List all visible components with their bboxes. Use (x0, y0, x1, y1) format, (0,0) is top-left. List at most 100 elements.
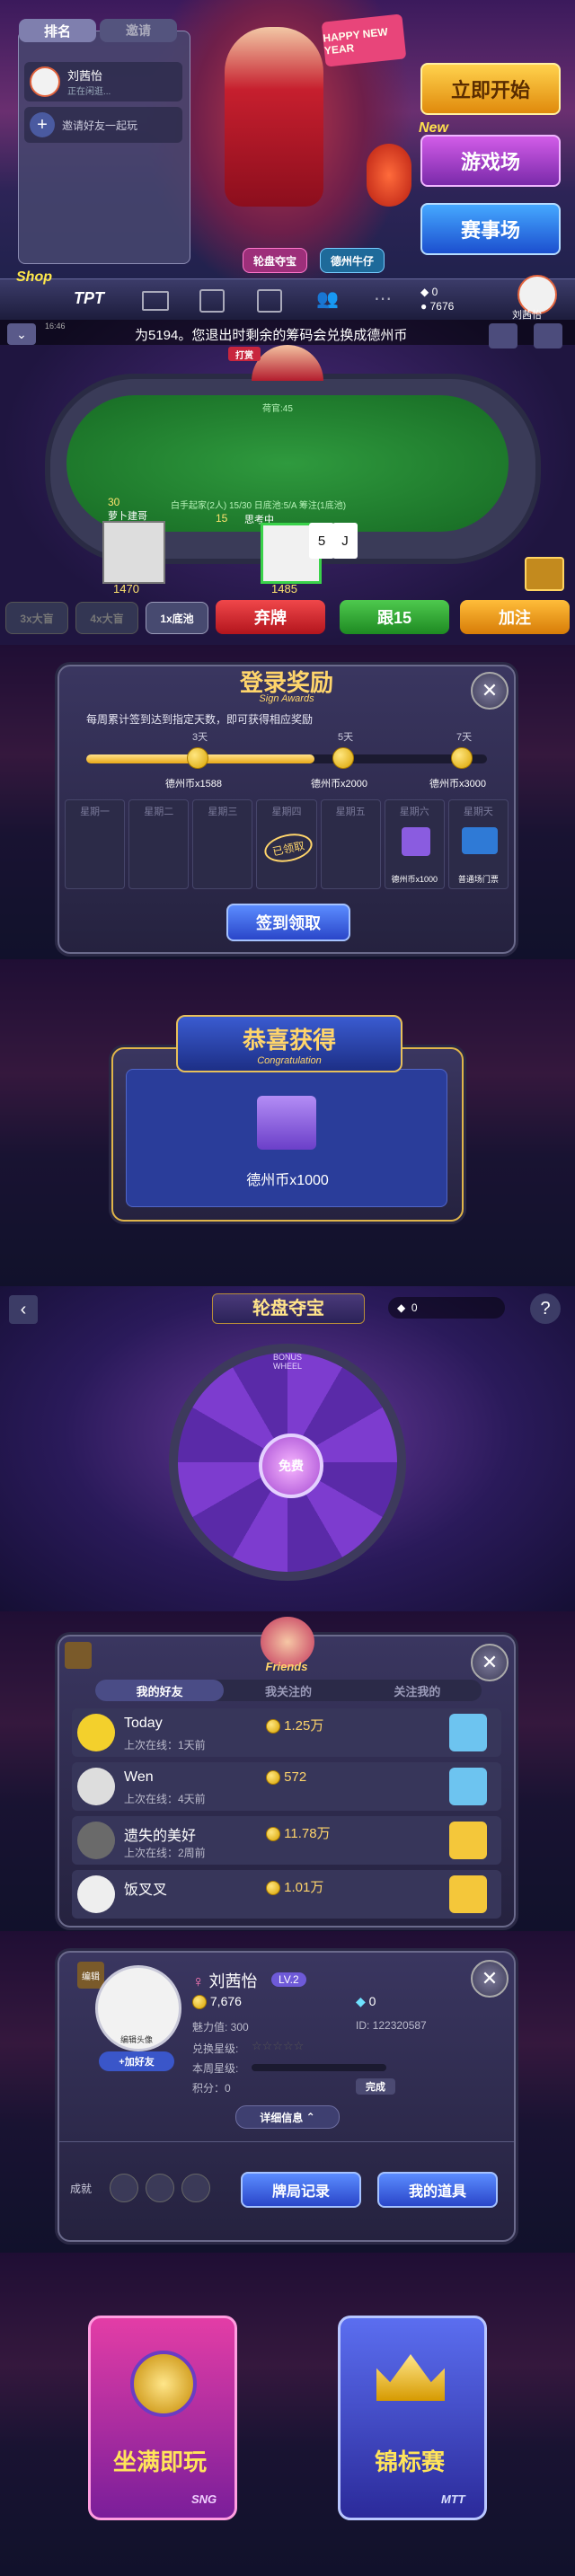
coin-value: 7676 (429, 300, 455, 313)
games-button[interactable]: 游戏场 (420, 135, 561, 187)
week-label: 本周星级: (192, 2062, 239, 2075)
complete-button[interactable]: 完成 (356, 2078, 395, 2095)
list-item[interactable]: Today 上次在线：1天前 1.25万 (72, 1708, 501, 1757)
avatar (77, 1875, 115, 1913)
invite-text: 邀请好友一起玩 (62, 119, 138, 132)
day-label: 星期六 (399, 807, 429, 817)
details-button[interactable]: 详细信息 ⌃ (235, 2105, 340, 2129)
coin-count: ● 7676 (420, 300, 455, 313)
last-online: 上次在线：4天前 (124, 1793, 206, 1805)
mail-icon[interactable] (142, 291, 169, 311)
add-friend-icon[interactable] (489, 323, 518, 348)
ticket-icon (461, 827, 498, 854)
more-icon[interactable]: ⋯ (374, 287, 392, 310)
congrats-title: 恭喜获得 (242, 1027, 336, 1054)
raise-button[interactable]: 加注 (460, 600, 570, 634)
calendar-icon[interactable] (257, 289, 282, 313)
props-button[interactable]: 我的道具 (377, 2172, 498, 2208)
plus-icon: + (30, 112, 55, 137)
call-button[interactable]: 跟15 (340, 600, 449, 634)
friends-icon[interactable]: 👥 (316, 287, 339, 310)
week-progress (252, 2064, 386, 2071)
friend-coins: 11.78万 (266, 1823, 331, 1842)
gift-send-icon[interactable] (449, 1768, 487, 1805)
friend-status: 正在闲逛... (67, 87, 111, 97)
dealer-avatar (252, 345, 323, 381)
exchange-label: 兑换星级: (192, 2042, 239, 2055)
start-button[interactable]: 立即开始 (420, 63, 561, 115)
tab-followers[interactable]: 关注我的 (353, 1680, 482, 1701)
day-cell-4: 星期四 已领取 (256, 799, 317, 889)
pot-1x-button[interactable]: 1x底池 (146, 602, 208, 634)
spin-button[interactable]: 免费 (259, 1434, 323, 1498)
treasure-chest-icon[interactable] (525, 557, 564, 591)
player1-avatar[interactable] (102, 521, 165, 584)
profile-name-row: ♀ 刘茜怡 (192, 1969, 258, 1992)
spin-label: 免费 (279, 1459, 304, 1473)
sign-panel: 登录奖励 Sign Awards ✕ 每周累计签到达到指定天数，即可获得相应奖励… (0, 645, 575, 959)
list-item[interactable]: 遗失的美好 上次在线：2周前 11.78万 (72, 1816, 501, 1865)
claim-button[interactable]: 签到领取 (226, 904, 350, 941)
tab-my-friends[interactable]: 我的好友 (95, 1680, 225, 1701)
chat-icon[interactable] (199, 289, 225, 313)
list-item[interactable]: Wen 上次在线：4天前 572 (72, 1762, 501, 1811)
avatar (77, 1822, 115, 1859)
day-cell-6: 星期六 德州币x1000 (384, 799, 445, 889)
avatar (77, 1714, 115, 1751)
marquee-text: 为5194。您退出时剩余的筹码会兑换成德州币 (135, 328, 408, 343)
diamond-value: 0 (431, 286, 438, 298)
records-button[interactable]: 牌局记录 (241, 2172, 361, 2208)
gift-icon[interactable] (65, 1642, 92, 1669)
back-arrow-icon[interactable]: ‹ (9, 1295, 38, 1324)
friend-coins: 1.25万 (266, 1716, 323, 1734)
achievement-badge-1[interactable] (110, 2174, 138, 2202)
sng-card[interactable]: 坐满即玩 SNG (88, 2316, 237, 2520)
user-id: ID: 122320587 (356, 2019, 427, 2032)
cowboy-card[interactable]: 德州牛仔 (320, 248, 385, 273)
achievement-badge-2[interactable] (146, 2174, 174, 2202)
tab-following[interactable]: 我关注的 (224, 1680, 352, 1701)
congrats-popup: 德州币x1000 (111, 1047, 464, 1222)
list-item[interactable]: 饭叉叉 1.01万 (72, 1870, 501, 1919)
diamond-counter: ◆ 0 (388, 1297, 505, 1319)
lantern (367, 144, 411, 207)
tpt-button[interactable]: TPT (74, 289, 104, 308)
gift-send-icon[interactable] (449, 1822, 487, 1859)
fold-button[interactable]: 弃牌 (216, 600, 325, 634)
events-button[interactable]: 赛事场 (420, 203, 561, 255)
close-button[interactable]: ✕ (471, 1960, 509, 1998)
achievement-badge-3[interactable] (181, 2174, 210, 2202)
congrats-banner: 恭喜获得 Congratulation (176, 1015, 402, 1072)
chevron-down-icon[interactable]: ⌄ (7, 323, 36, 345)
wheel-card[interactable]: 轮盘夺宝 (243, 248, 307, 273)
progress-track (86, 754, 487, 763)
menu-icon[interactable] (534, 323, 562, 348)
tab-ranking[interactable]: 排名 (19, 19, 96, 42)
friend-row[interactable]: 刘茜怡 正在闲逛... (24, 62, 182, 101)
coin-icon (187, 747, 208, 773)
player1-bet: 30 (108, 496, 120, 508)
coin-value: 572 (284, 1769, 307, 1785)
player2-chips: 1485 (271, 582, 297, 595)
star-rating: ☆☆☆☆☆ (252, 2039, 305, 2052)
divider (59, 2141, 514, 2142)
gift-send-icon[interactable] (449, 1714, 487, 1751)
gift-send-icon[interactable] (449, 1875, 487, 1913)
mtt-card[interactable]: 锦标赛 MTT (338, 2316, 487, 2520)
avatar (77, 1768, 115, 1805)
clock: 16:46 (45, 322, 66, 331)
invite-row[interactable]: + 邀请好友一起玩 (24, 107, 182, 143)
tab-invite[interactable]: 邀请 (100, 19, 177, 42)
shop-button[interactable]: Shop (16, 269, 52, 286)
close-button[interactable]: ✕ (471, 1644, 509, 1681)
help-button[interactable]: ? (530, 1293, 561, 1324)
pot-4x-button[interactable]: 4x大盲 (75, 602, 138, 634)
edit-button[interactable]: 编辑 (77, 1962, 104, 1989)
add-friend-button[interactable]: +加好友 (99, 2051, 174, 2071)
table-panel: ⌄ 16:46 为5194。您退出时剩余的筹码会兑换成德州币 打赏 荷官:45 … (0, 320, 575, 645)
close-button[interactable]: ✕ (471, 672, 509, 710)
player2-bet: 15 (216, 512, 228, 525)
tip-button[interactable]: 打赏 (228, 347, 261, 361)
day-label: 星期四 (271, 807, 302, 817)
pot-3x-button[interactable]: 3x大盲 (5, 602, 68, 634)
